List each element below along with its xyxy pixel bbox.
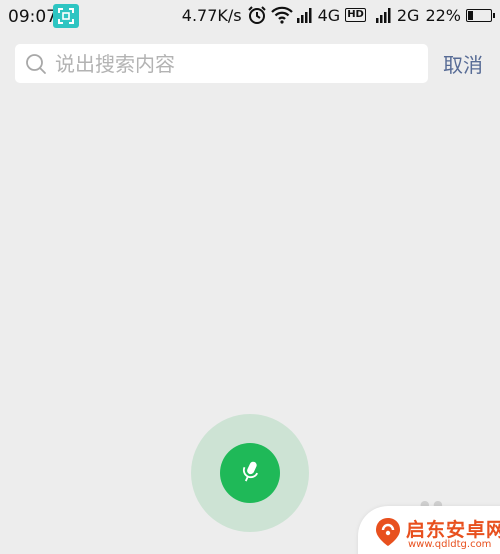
network-2g-label: 2G xyxy=(396,5,420,25)
battery-icon xyxy=(466,8,495,22)
status-indicators: 4.77K/s 4G HD 2G 22% xyxy=(181,5,495,25)
voice-search-screen: 09:07 4.77K/s 4G HD 2G 22% 说出搜索内容 取消 ● ●… xyxy=(0,0,500,554)
wifi-icon xyxy=(270,6,293,24)
watermark-url: www.qdldtg.com xyxy=(408,539,492,550)
hd-label: HD xyxy=(345,8,366,22)
search-bar[interactable] xyxy=(15,44,428,83)
voice-input-button[interactable] xyxy=(220,443,280,503)
signal-icon xyxy=(296,8,312,23)
watermark-logo-icon xyxy=(376,518,400,546)
search-input[interactable] xyxy=(55,44,415,83)
cancel-button[interactable]: 取消 xyxy=(443,49,483,78)
watermark: 启东安卓网 www.qdldtg.com xyxy=(358,506,500,554)
network-4g-label: 4G xyxy=(317,5,341,25)
watermark-name: 启东安卓网 xyxy=(406,519,500,541)
battery-percent: 22% xyxy=(425,5,461,25)
scan-icon xyxy=(53,4,79,28)
battery-level-fill xyxy=(468,10,473,20)
search-icon xyxy=(26,54,46,74)
signal-icon xyxy=(375,8,391,23)
network-speed: 4.77K/s xyxy=(181,5,242,25)
alarm-icon xyxy=(247,6,266,24)
status-bar: 09:07 4.77K/s 4G HD 2G 22% xyxy=(0,0,500,34)
status-time: 09:07 xyxy=(8,7,57,27)
microphone-icon xyxy=(242,461,259,482)
